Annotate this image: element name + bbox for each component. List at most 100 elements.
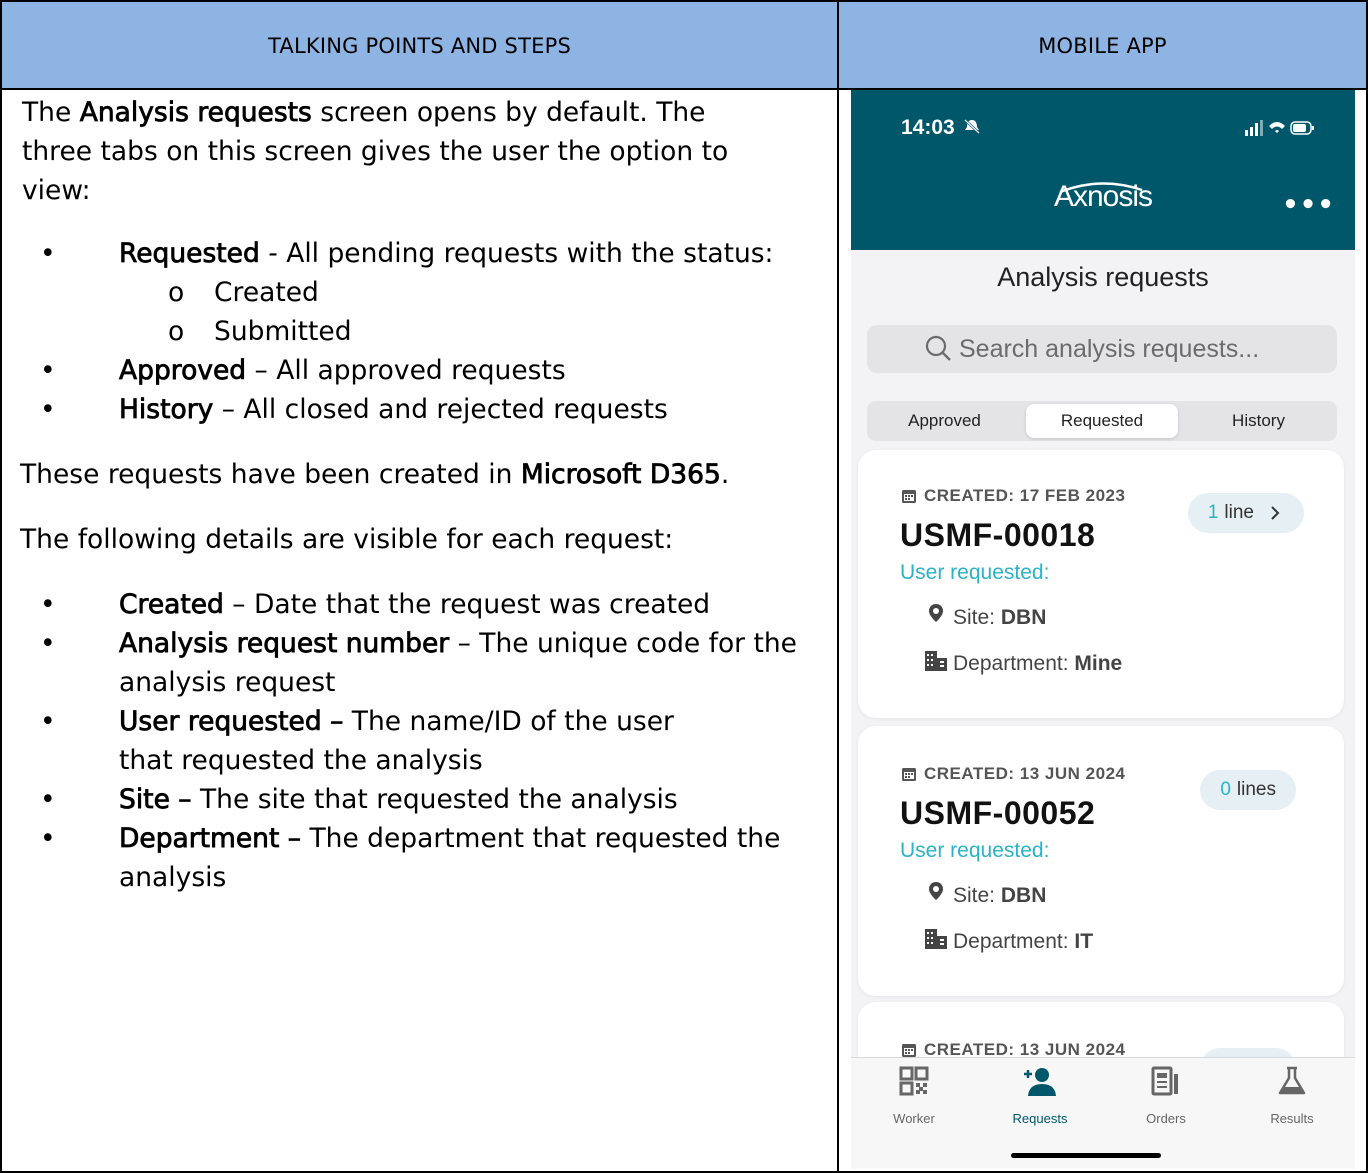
tab-history[interactable]: History (1180, 401, 1337, 441)
list-term: Department – (119, 823, 302, 855)
site-label: Site: (953, 606, 1001, 629)
document-icon (1151, 1066, 1178, 1096)
wifi-icon (1269, 122, 1285, 133)
tab-requested[interactable]: Requested (1026, 404, 1178, 438)
tab-requests[interactable]: Requests (977, 1058, 1103, 1138)
location-pin-icon (929, 604, 943, 622)
column-divider (837, 2, 839, 1171)
list-desc: – Date that the request was created (223, 589, 711, 620)
time-text: 14:03 (901, 116, 955, 139)
dept-value: IT (1074, 930, 1094, 953)
bottom-tab-bar: Worker Requests Orders Results (851, 1057, 1355, 1169)
list-item: User requested – The name/ID of the user… (22, 702, 722, 780)
intro-paragraph: The Analysis requests screen opens by de… (22, 93, 782, 210)
site-label: Site: (953, 884, 1001, 907)
table-header-row: TALKING POINTS AND STEPS MOBILE APP (2, 2, 1366, 90)
intro-text-pre: The (22, 97, 80, 128)
card-request-number: USMF-00018 (900, 517, 1096, 553)
lines-count-pill[interactable]: 1 line (1187, 493, 1304, 533)
list-item: Analysis request number – The unique cod… (22, 624, 802, 702)
card-created-date: CREATED: 17 FEB 2023 (924, 486, 1126, 505)
screen-title: Analysis requests (997, 262, 1209, 292)
list-desc: The site that requested the analysis (191, 784, 678, 815)
lines-word: lines (1236, 779, 1276, 800)
intro-bold-term: Analysis requests (79, 97, 312, 129)
card-user-requested: User requested: (900, 839, 1050, 862)
more-menu-button[interactable]: ••• (1282, 190, 1335, 220)
list-term: Site – (119, 784, 192, 816)
status-icons (1245, 120, 1314, 136)
list-term: History (119, 394, 214, 426)
card-site: Site: DBN (953, 884, 1046, 908)
list-term: Requested (119, 238, 261, 270)
tab-orders[interactable]: Orders (1103, 1058, 1229, 1138)
signal-icon (1245, 130, 1248, 136)
list-item: Created – Date that the request was crea… (22, 585, 802, 624)
details-list: Created – Date that the request was crea… (22, 585, 822, 897)
lines-count: 1 (1207, 502, 1219, 523)
list-item: Department – The department that request… (22, 819, 802, 897)
mobile-app-screenshot: 14:03 Axnosis ••• Analysis requests Sear… (851, 90, 1355, 1169)
tab-label: Worker (893, 1111, 935, 1126)
header-mobile-app: MOBILE APP (1038, 34, 1167, 58)
tab-label: Orders (1146, 1111, 1186, 1126)
lines-count: 0 (1220, 779, 1231, 800)
list-term: User requested – (119, 706, 344, 738)
list-desc: – All approved requests (246, 355, 566, 386)
list-item: Requested - All pending requests with th… (22, 234, 822, 273)
list-item: Approved – All approved requests (22, 351, 822, 390)
location-pin-icon (929, 882, 943, 900)
chevron-right-icon (1271, 506, 1280, 520)
home-indicator (1011, 1153, 1161, 1158)
card-user-requested: User requested: (900, 561, 1050, 584)
calendar-icon (902, 768, 916, 781)
talking-points-column: The Analysis requests screen opens by de… (20, 92, 822, 897)
site-value: DBN (1000, 884, 1047, 907)
lines-word: line (1224, 502, 1254, 523)
list-desc: - All pending requests with the status: (259, 238, 774, 269)
tab-approved[interactable]: Approved (867, 401, 1022, 441)
search-placeholder: Search analysis requests... (959, 334, 1260, 363)
created-in-bold: Microsoft D365 (520, 459, 721, 491)
dept-value: Mine (1074, 652, 1123, 675)
tab-label: Results (1270, 1111, 1314, 1126)
building-icon (925, 651, 947, 671)
flask-icon (1278, 1066, 1306, 1095)
dept-label: Department: (953, 652, 1075, 675)
status-time: 14:03 (901, 116, 981, 140)
created-in-post: . (720, 459, 730, 490)
sub-item: Submitted (22, 312, 822, 351)
card-request-number: USMF-00052 (900, 795, 1096, 831)
request-card[interactable]: CREATED: 17 FEB 2023 USMF-00018 User req… (858, 450, 1344, 718)
tab-results[interactable]: Results (1229, 1058, 1355, 1138)
list-item: History – All closed and rejected reques… (22, 390, 822, 429)
calendar-icon (902, 1044, 916, 1057)
site-value: DBN (1000, 606, 1047, 629)
dept-label: Department: (953, 930, 1075, 953)
list-desc: – All closed and rejected requests (213, 394, 668, 425)
tab-worker[interactable]: Worker (851, 1058, 977, 1138)
list-term: Approved (119, 355, 247, 387)
header-talking-points: TALKING POINTS AND STEPS (268, 34, 571, 58)
created-in-pre: These requests have been created in (20, 459, 521, 490)
card-department: Department: Mine (953, 652, 1122, 676)
sub-item: Created (22, 273, 822, 312)
search-input[interactable]: Search analysis requests... (867, 325, 1337, 373)
qr-code-icon (899, 1066, 929, 1096)
created-in-paragraph: These requests have been created in Micr… (20, 455, 822, 494)
card-site: Site: DBN (953, 606, 1046, 630)
list-item: Site – The site that requested the analy… (22, 780, 802, 819)
details-intro: The following details are visible for ea… (20, 524, 674, 555)
lines-count-pill[interactable]: 0lines (1200, 770, 1296, 810)
request-card[interactable]: CREATED: 13 JUN 2024 USMF-00052 User req… (858, 726, 1344, 996)
search-icon (925, 335, 951, 361)
segmented-control: Approved Requested History (867, 401, 1337, 441)
bell-muted-icon (963, 119, 980, 134)
tab-label: Requests (1012, 1111, 1068, 1126)
card-created-date: CREATED: 13 JUN 2024 (924, 764, 1126, 783)
add-person-icon (1024, 1068, 1056, 1096)
card-department: Department: IT (953, 930, 1093, 954)
list-term: Created (119, 589, 225, 621)
list-term: Analysis request number (119, 628, 450, 660)
app-logo: Axnosis (1053, 180, 1153, 213)
